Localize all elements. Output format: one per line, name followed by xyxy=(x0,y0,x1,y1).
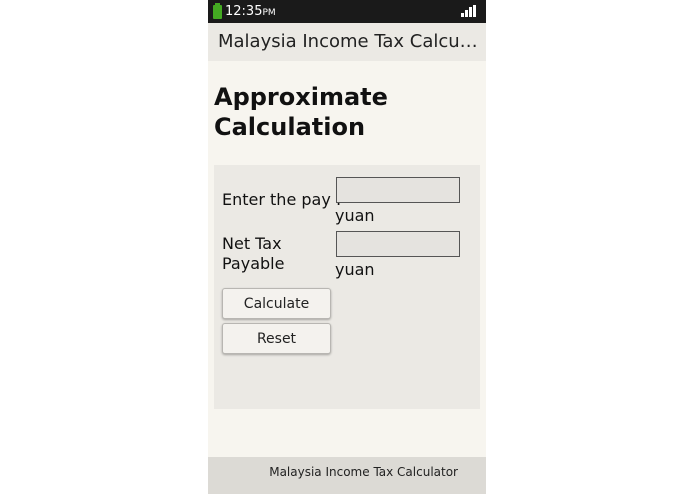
status-bar: 12:35PM xyxy=(208,0,486,23)
calculator-panel: Enter the pay : yuan Net Tax Payable yua… xyxy=(214,165,480,409)
app-title-bar: Malaysia Income Tax Calculator xyxy=(208,23,486,61)
pay-unit-label: yuan xyxy=(335,206,375,225)
signal-strength-icon xyxy=(461,5,477,17)
app-title: Malaysia Income Tax Calculator xyxy=(218,31,480,52)
status-clock: 12:35PM xyxy=(225,3,276,22)
battery-charging-icon xyxy=(213,3,222,19)
phone-screen: 12:35PM Malaysia Income Tax Calculator A… xyxy=(208,0,486,494)
page-heading: Approximate Calculation xyxy=(214,83,388,141)
net-tax-label: Net Tax Payable xyxy=(222,234,285,273)
reset-button[interactable]: Reset xyxy=(222,323,331,354)
calculate-button[interactable]: Calculate xyxy=(222,288,331,319)
bottom-bar-label: Malaysia Income Tax Calculator xyxy=(269,465,458,479)
clock-ampm: PM xyxy=(262,8,276,18)
tax-unit-label: yuan xyxy=(335,260,375,279)
clock-time: 12:35 xyxy=(225,4,263,19)
pay-input[interactable] xyxy=(336,177,460,203)
bottom-bar: Malaysia Income Tax Calculator xyxy=(208,457,486,494)
net-tax-output-field[interactable] xyxy=(336,231,460,257)
pay-label: Enter the pay : xyxy=(222,190,342,209)
